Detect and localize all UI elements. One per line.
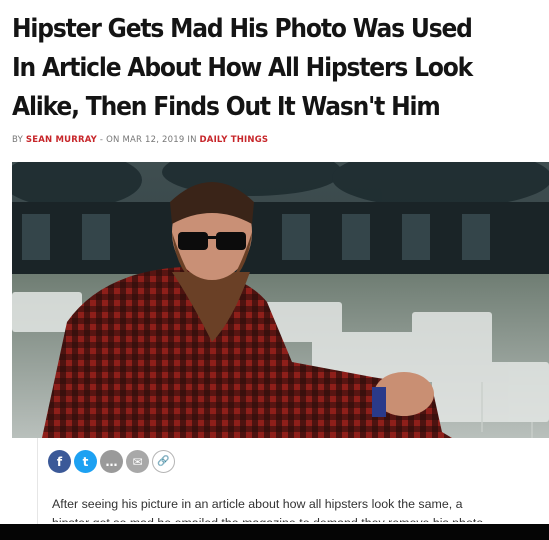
hipster-photo-illustration bbox=[12, 162, 549, 438]
article-headline[interactable]: Hipster Gets Mad His Photo Was Used In A… bbox=[12, 10, 489, 127]
email-icon: ✉ bbox=[132, 454, 143, 469]
byline-date: - ON MAR 12, 2019 IN bbox=[97, 135, 200, 145]
article-excerpt-cut-line: hipster got so mad he emailed the magazi… bbox=[52, 514, 542, 522]
twitter-icon: t bbox=[82, 454, 89, 469]
link-icon: 🔗 bbox=[157, 456, 170, 467]
copy-link-button[interactable]: 🔗 bbox=[152, 450, 175, 473]
article-excerpt: After seeing his picture in an article a… bbox=[52, 497, 463, 511]
article: Hipster Gets Mad His Photo Was Used In A… bbox=[0, 0, 549, 540]
sms-share-button[interactable]: … bbox=[100, 450, 123, 473]
share-icons: f t … ✉ 🔗 bbox=[48, 450, 175, 473]
sms-icon: … bbox=[105, 454, 118, 469]
hero-photo bbox=[12, 162, 549, 438]
facebook-share-button[interactable]: f bbox=[48, 450, 71, 473]
article-byline: BY SEAN MURRAY - ON MAR 12, 2019 IN DAIL… bbox=[12, 135, 268, 145]
byline-category-link[interactable]: DAILY THINGS bbox=[200, 135, 269, 145]
email-share-button[interactable]: ✉ bbox=[126, 450, 149, 473]
screen-bottom-bar bbox=[0, 524, 549, 540]
byline-prefix: BY bbox=[12, 135, 26, 145]
byline-author-link[interactable]: SEAN MURRAY bbox=[26, 135, 97, 145]
facebook-icon: f bbox=[56, 454, 63, 469]
twitter-share-button[interactable]: t bbox=[74, 450, 97, 473]
